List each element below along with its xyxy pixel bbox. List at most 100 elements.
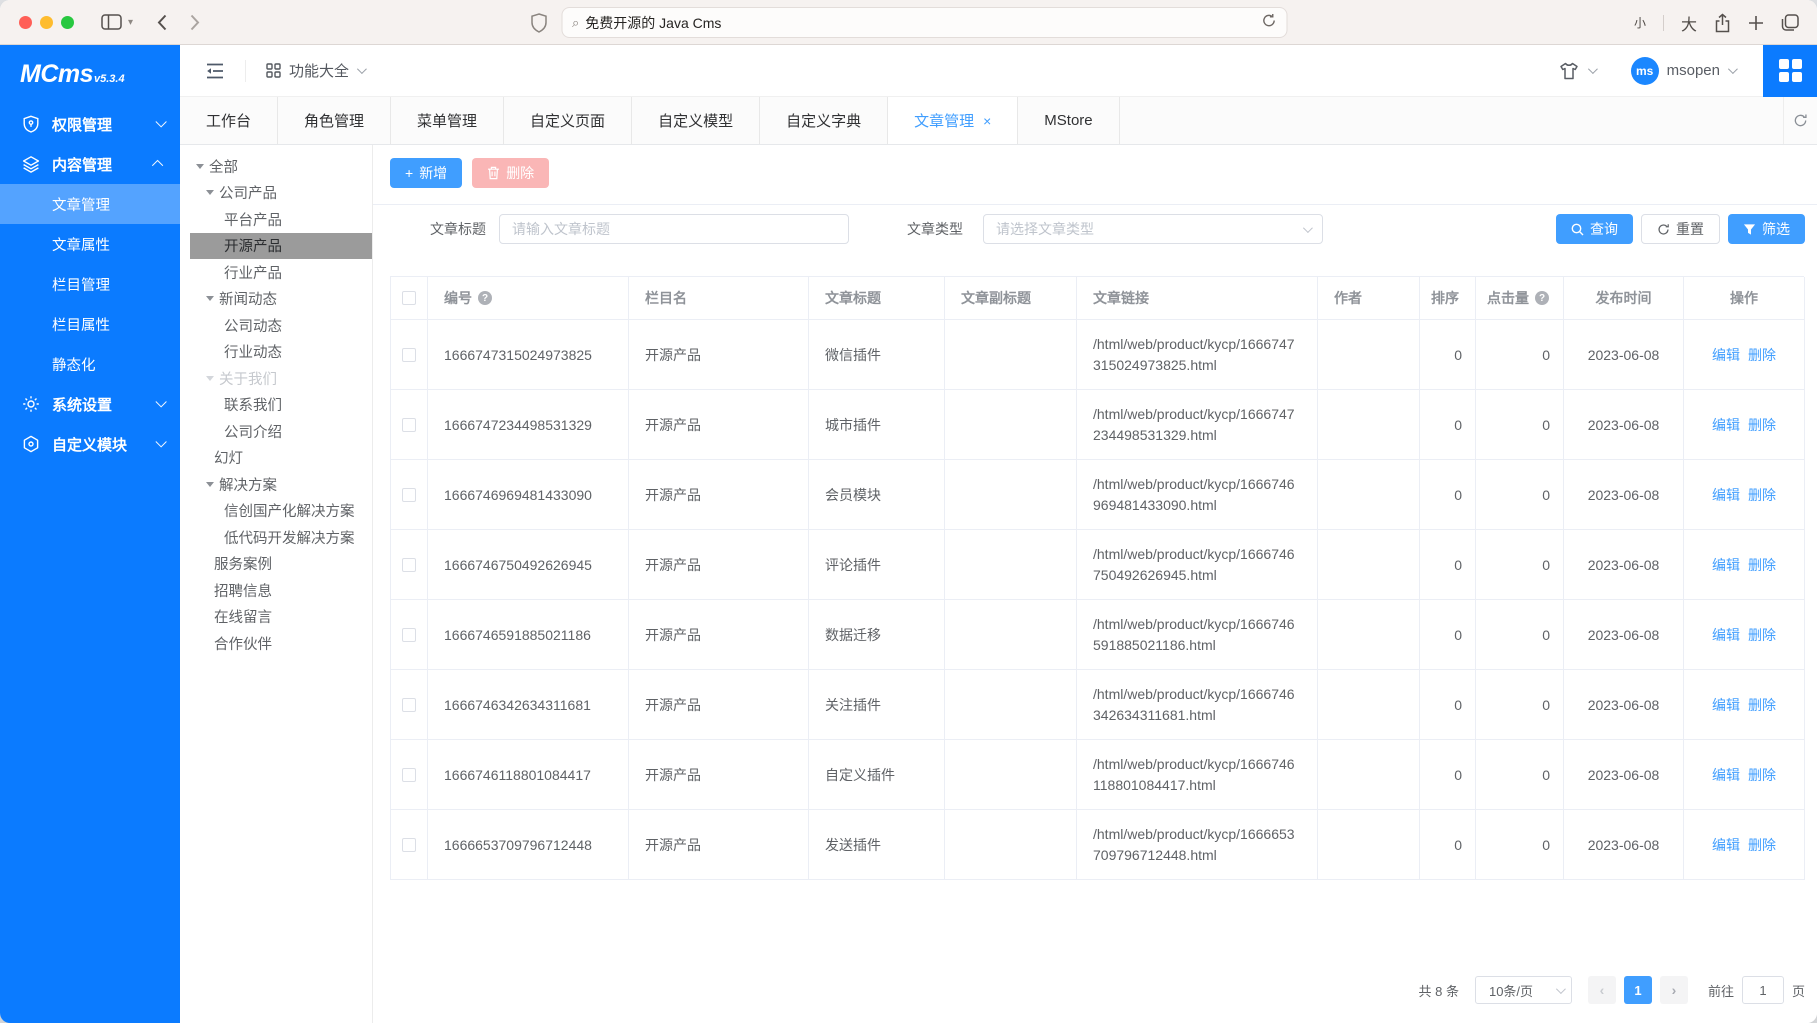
prev-page-button[interactable]: ‹: [1588, 976, 1616, 1004]
sidebar-item-column-attributes[interactable]: 栏目属性: [0, 304, 180, 344]
tab[interactable]: 文章管理 ×: [888, 97, 1018, 144]
delete-link[interactable]: 删除: [1748, 415, 1776, 435]
app-grid-button[interactable]: [1763, 45, 1817, 97]
reset-button[interactable]: 重置: [1641, 214, 1720, 244]
delete-link[interactable]: 删除: [1748, 625, 1776, 645]
menu-fold-icon[interactable]: [205, 62, 225, 80]
text-smaller-button[interactable]: 小: [1634, 14, 1646, 31]
tree-item[interactable]: 开源产品: [190, 233, 372, 260]
edit-link[interactable]: 编辑: [1712, 345, 1740, 365]
tree-item[interactable]: 全部: [180, 153, 372, 180]
row-checkbox[interactable]: [402, 838, 416, 852]
tab[interactable]: 角色管理: [278, 97, 391, 144]
reload-icon[interactable]: [1261, 13, 1276, 33]
text-larger-button[interactable]: 大: [1681, 11, 1697, 35]
tab[interactable]: MStore: [1018, 97, 1119, 144]
delete-link[interactable]: 删除: [1748, 835, 1776, 855]
share-icon[interactable]: [1714, 13, 1731, 33]
theme-icon[interactable]: [1558, 61, 1580, 81]
maximize-window-button[interactable]: [61, 16, 74, 29]
tree-item[interactable]: 联系我们: [180, 392, 372, 419]
row-checkbox[interactable]: [402, 768, 416, 782]
search-button[interactable]: 查询: [1556, 214, 1633, 244]
delete-link[interactable]: 删除: [1748, 345, 1776, 365]
edit-link[interactable]: 编辑: [1712, 835, 1740, 855]
page-size-select[interactable]: 10条/页: [1475, 976, 1572, 1004]
tree-expand-icon[interactable]: [206, 482, 214, 487]
edit-link[interactable]: 编辑: [1712, 415, 1740, 435]
tree-item[interactable]: 幻灯: [180, 445, 372, 472]
tab[interactable]: 自定义页面: [504, 97, 632, 144]
help-icon[interactable]: ?: [478, 291, 492, 305]
row-checkbox[interactable]: [402, 628, 416, 642]
edit-link[interactable]: 编辑: [1712, 765, 1740, 785]
tree-item[interactable]: 信创国产化解决方案: [180, 498, 372, 525]
back-icon[interactable]: [157, 14, 167, 31]
tab[interactable]: 自定义模型: [632, 97, 760, 144]
app-nav-dropdown[interactable]: 功能大全: [266, 60, 364, 81]
edit-link[interactable]: 编辑: [1712, 555, 1740, 575]
sidebar-item-content[interactable]: 内容管理: [0, 144, 180, 184]
current-page[interactable]: 1: [1624, 976, 1652, 1004]
row-checkbox[interactable]: [402, 558, 416, 572]
tree-item[interactable]: 招聘信息: [180, 577, 372, 604]
tree-item[interactable]: 行业动态: [180, 339, 372, 366]
tree-expand-icon[interactable]: [206, 296, 214, 301]
close-icon[interactable]: ×: [983, 113, 991, 129]
sidebar-item-column-management[interactable]: 栏目管理: [0, 264, 180, 304]
tree-item[interactable]: 合作伙伴: [180, 630, 372, 657]
minimize-window-button[interactable]: [40, 16, 53, 29]
row-checkbox[interactable]: [402, 418, 416, 432]
delete-button[interactable]: 删除: [472, 158, 549, 188]
sidebar-item-custom-modules[interactable]: 自定义模块: [0, 424, 180, 464]
delete-link[interactable]: 删除: [1748, 765, 1776, 785]
sidebar-item-system-settings[interactable]: 系统设置: [0, 384, 180, 424]
tree-item[interactable]: 行业产品: [180, 259, 372, 286]
tree-expand-icon[interactable]: [206, 190, 214, 195]
help-icon[interactable]: ?: [1535, 291, 1549, 305]
tree-item[interactable]: 新闻动态: [180, 286, 372, 313]
tree-item[interactable]: 服务案例: [180, 551, 372, 578]
close-window-button[interactable]: [19, 16, 32, 29]
goto-page-input[interactable]: [1742, 976, 1784, 1004]
tree-item[interactable]: 关于我们: [180, 365, 372, 392]
edit-link[interactable]: 编辑: [1712, 695, 1740, 715]
filter-button[interactable]: 筛选: [1728, 214, 1805, 244]
select-all-checkbox[interactable]: [402, 291, 416, 305]
browser-sidebar-toggle-icon[interactable]: [101, 14, 122, 30]
tree-expand-icon[interactable]: [206, 376, 214, 381]
tree-item[interactable]: 公司介绍: [180, 418, 372, 445]
tree-expand-icon[interactable]: [196, 164, 204, 169]
tab[interactable]: 工作台: [180, 97, 278, 144]
sidebar-chevron-icon[interactable]: ▾: [128, 17, 133, 28]
tab[interactable]: 自定义字典: [760, 97, 888, 144]
new-tab-icon[interactable]: [1748, 15, 1764, 31]
sidebar-item-article-attributes[interactable]: 文章属性: [0, 224, 180, 264]
sidebar-item-static[interactable]: 静态化: [0, 344, 180, 384]
tree-item[interactable]: 解决方案: [180, 471, 372, 498]
sidebar-item-article-management[interactable]: 文章管理: [0, 184, 180, 224]
tab-overview-icon[interactable]: [1781, 14, 1799, 31]
edit-link[interactable]: 编辑: [1712, 485, 1740, 505]
title-filter-input[interactable]: [499, 214, 849, 244]
delete-link[interactable]: 删除: [1748, 695, 1776, 715]
edit-link[interactable]: 编辑: [1712, 625, 1740, 645]
delete-link[interactable]: 删除: [1748, 485, 1776, 505]
refresh-tabs-icon[interactable]: [1783, 97, 1817, 144]
avatar[interactable]: ms: [1631, 57, 1659, 85]
tree-item[interactable]: 公司动态: [180, 312, 372, 339]
sidebar-item-permissions[interactable]: 权限管理: [0, 104, 180, 144]
row-checkbox[interactable]: [402, 698, 416, 712]
chevron-down-icon[interactable]: [1588, 64, 1598, 74]
type-filter-select[interactable]: 请选择文章类型: [983, 214, 1323, 244]
tree-item[interactable]: 低代码开发解决方案: [180, 524, 372, 551]
privacy-shield-icon[interactable]: [530, 13, 547, 33]
next-page-button[interactable]: ›: [1660, 976, 1688, 1004]
tree-item[interactable]: 平台产品: [180, 206, 372, 233]
tree-item[interactable]: 在线留言: [180, 604, 372, 631]
chevron-down-icon[interactable]: [1728, 64, 1738, 74]
forward-icon[interactable]: [190, 14, 200, 31]
row-checkbox[interactable]: [402, 348, 416, 362]
delete-link[interactable]: 删除: [1748, 555, 1776, 575]
row-checkbox[interactable]: [402, 488, 416, 502]
